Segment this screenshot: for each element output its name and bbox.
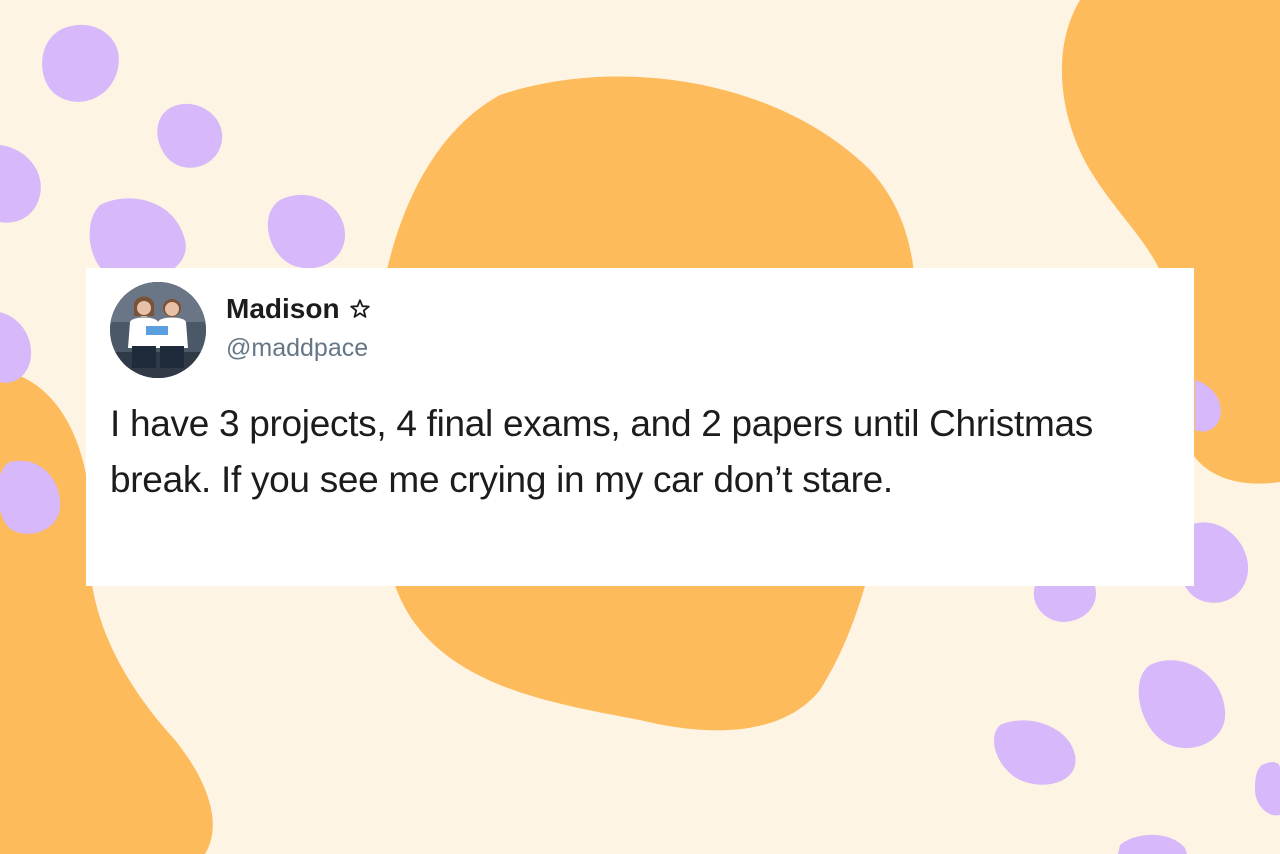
purple-dot bbox=[1118, 834, 1187, 854]
display-name[interactable]: Madison bbox=[226, 292, 340, 326]
purple-dot bbox=[42, 24, 119, 102]
avatar[interactable] bbox=[110, 282, 206, 378]
purple-dot bbox=[0, 312, 32, 383]
user-name[interactable]: Madison bbox=[226, 292, 372, 326]
purple-dot bbox=[267, 194, 345, 269]
profile-photo-icon bbox=[110, 282, 206, 378]
tweet-card: Madison @maddpace I have 3 projects, 4 f… bbox=[86, 268, 1194, 586]
tweet-text: I have 3 projects, 4 final exams, and 2 … bbox=[110, 403, 1093, 500]
star-icon bbox=[349, 299, 370, 318]
purple-dot bbox=[994, 720, 1076, 785]
purple-dot bbox=[157, 103, 223, 168]
user-handle[interactable]: @maddpace bbox=[226, 332, 368, 364]
purple-dot bbox=[1255, 762, 1280, 816]
purple-dot bbox=[0, 145, 41, 223]
purple-dot bbox=[1138, 660, 1226, 749]
purple-dot bbox=[1033, 586, 1096, 622]
